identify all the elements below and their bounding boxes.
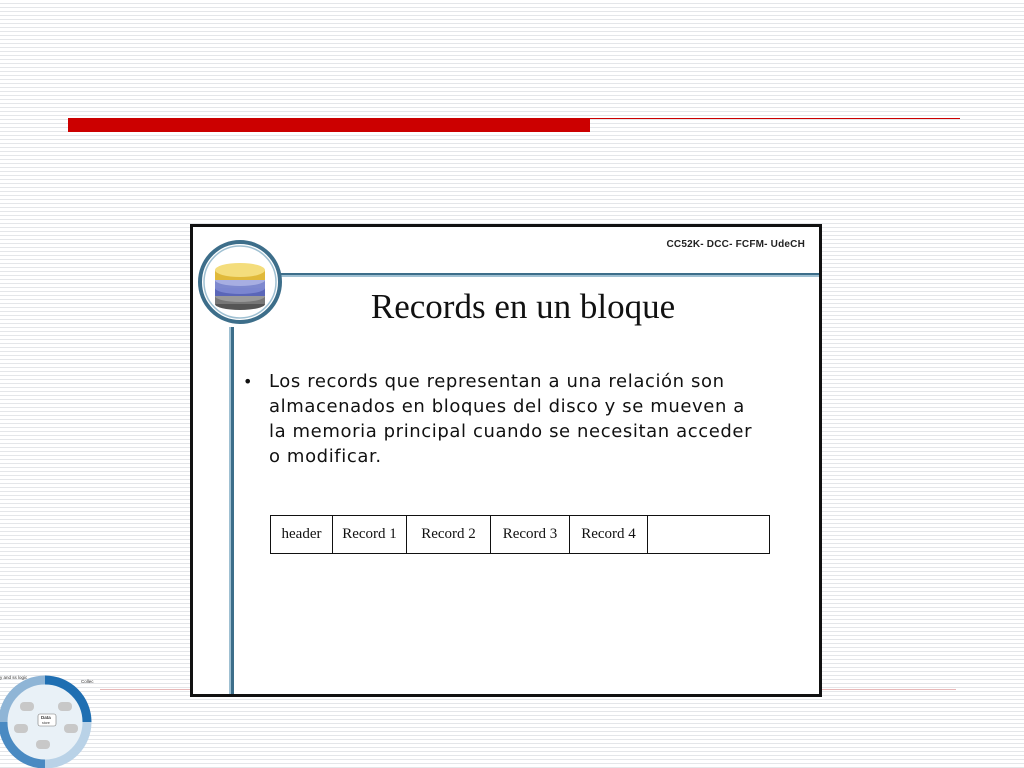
slide-side-rule — [229, 327, 234, 694]
table-cell-header: header — [270, 515, 333, 554]
slide-header-rule — [273, 273, 819, 277]
table-cell-record-3: Record 3 — [490, 515, 570, 554]
table-row: header Record 1 Record 2 Record 3 Record… — [270, 515, 770, 554]
red-accent-line — [590, 118, 960, 119]
bullet-text: Los records que representan a una relaci… — [269, 371, 753, 467]
bullet-item: • Los records que representan a una rela… — [243, 369, 763, 469]
slide-title: Records en un bloque — [370, 287, 676, 326]
table-cell-record-1: Record 1 — [332, 515, 407, 554]
cycle-label-data: Data — [41, 715, 51, 720]
table-cell-empty — [647, 515, 770, 554]
table-cell-record-2: Record 2 — [406, 515, 491, 554]
course-tag: CC52K- DCC- FCFM- UdeCH — [666, 239, 805, 250]
disk-stack-icon — [198, 240, 282, 324]
cycle-label-collect: Collec — [81, 679, 94, 684]
table-cell-record-4: Record 4 — [569, 515, 648, 554]
database-cycle-graphic: y and ss logic Collec Data store — [0, 675, 94, 768]
cycle-label-store: store — [42, 721, 50, 725]
cycle-label-logic: y and ss logic — [0, 675, 28, 680]
red-accent-bar — [68, 118, 590, 132]
slide-canvas: CC52K- DCC- FCFM- UdeCH Records en un bl… — [0, 0, 1024, 768]
block-record-table: header Record 1 Record 2 Record 3 Record… — [270, 515, 770, 554]
embedded-slide-image: CC52K- DCC- FCFM- UdeCH Records en un bl… — [190, 224, 822, 697]
bullet-icon: • — [243, 372, 254, 391]
